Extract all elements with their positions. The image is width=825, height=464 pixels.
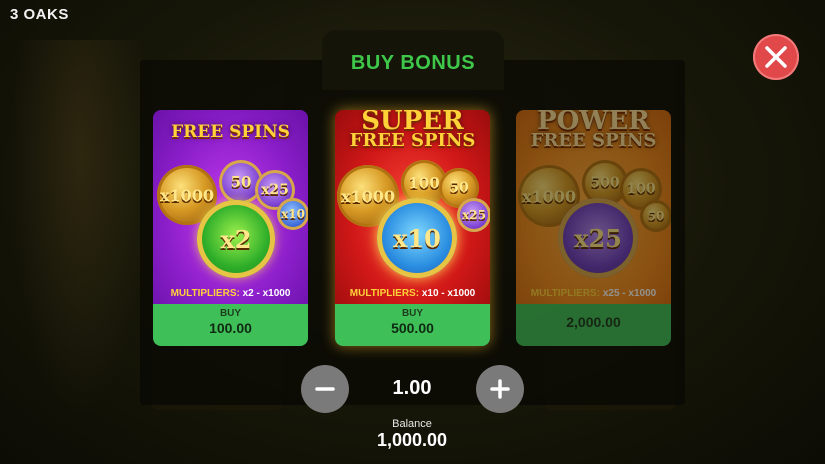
close-button[interactable] — [753, 34, 799, 80]
power-free-spins-card: POWER FREE SPINS x1000 500 100 50 x25 MU… — [516, 110, 671, 346]
multiplier-coin: x10 — [277, 198, 308, 230]
increase-stake-button[interactable] — [476, 365, 524, 413]
multipliers-range: x2 - x1000 — [242, 288, 291, 299]
multipliers-label: MULTIPLIERS: — [530, 288, 601, 299]
multipliers-text: MULTIPLIERS: x10 - x1000 — [335, 288, 490, 299]
plus-icon — [490, 379, 510, 399]
super-free-spins-card[interactable]: SUPER FREE SPINS x1000 100 50 x25 x10 MU… — [335, 110, 490, 346]
card-title: FREE SPINS — [171, 122, 290, 142]
multiplier-coin-main: x2 — [197, 200, 275, 278]
close-icon — [765, 46, 787, 68]
balance-label: Balance — [392, 418, 432, 430]
multiplier-coin: x25 — [457, 198, 490, 232]
multipliers-label: MULTIPLIERS: — [349, 288, 420, 299]
background-character — [10, 40, 150, 420]
multipliers-label: MULTIPLIERS: — [170, 288, 240, 299]
game-title: 3 OAKS — [10, 6, 69, 23]
card-subtitle: FREE SPINS — [349, 130, 476, 151]
multipliers-text: MULTIPLIERS: x2 - x1000 — [153, 288, 308, 299]
multiplier-coin-main: x10 — [377, 198, 457, 278]
card-subtitle: FREE SPINS — [530, 130, 657, 151]
multipliers-range: x10 - x1000 — [421, 288, 476, 299]
buy-bonus-title: BUY BONUS — [350, 52, 476, 74]
buy-price: 100.00 — [209, 320, 252, 336]
multiplier-coin-main: x25 — [558, 198, 638, 278]
balance-value: 1,000.00 — [376, 430, 448, 450]
multipliers-range: x25 - x1000 — [602, 288, 657, 299]
card-art: SUPER FREE SPINS x1000 100 50 x25 x10 MU… — [335, 110, 490, 304]
buy-price: 2,000.00 — [566, 314, 621, 330]
buy-button[interactable]: BUY 100.00 — [153, 304, 308, 346]
buy-button-disabled: 2,000.00 — [516, 304, 671, 346]
buy-label: BUY — [401, 308, 424, 319]
buy-button[interactable]: BUY 500.00 — [335, 304, 490, 346]
free-spins-card[interactable]: FREE SPINS x1000 50 x25 x10 x2 MULTIPLIE… — [153, 110, 308, 346]
minus-icon — [315, 387, 335, 391]
card-art: POWER FREE SPINS x1000 500 100 50 x25 MU… — [516, 110, 671, 304]
multipliers-text: MULTIPLIERS: x25 - x1000 — [516, 288, 671, 299]
buy-price: 500.00 — [391, 320, 434, 336]
buy-label: BUY — [219, 308, 242, 319]
multiplier-coin: 50 — [640, 200, 671, 232]
stake-value: 1.00 — [392, 377, 432, 399]
card-art: FREE SPINS x1000 50 x25 x10 x2 MULTIPLIE… — [153, 110, 308, 304]
decrease-stake-button[interactable] — [301, 365, 349, 413]
